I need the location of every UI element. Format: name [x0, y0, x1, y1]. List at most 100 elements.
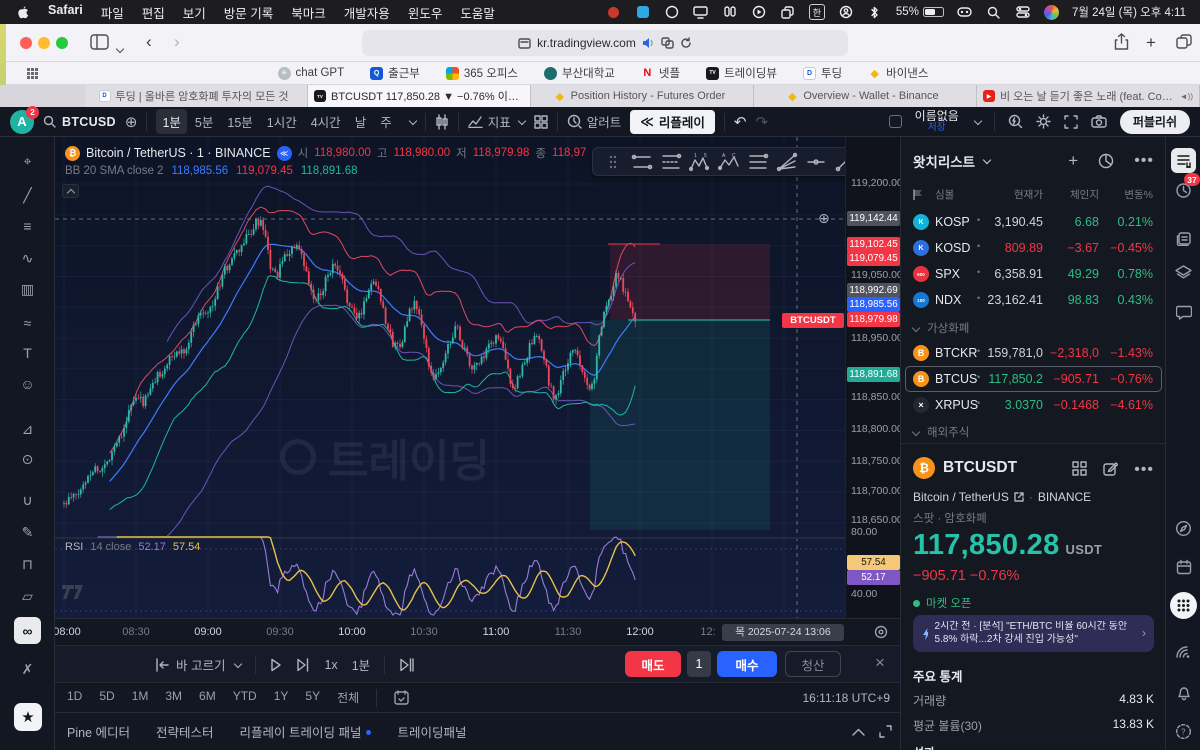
detail-symbol-title[interactable]: BTCUSDT — [943, 459, 1017, 477]
long-position-tool-icon[interactable] — [629, 151, 654, 173]
menubar-item[interactable]: 파일 — [101, 3, 124, 22]
range-button[interactable]: 1D — [67, 689, 82, 706]
flag-column-icon[interactable] — [913, 189, 923, 200]
elliott-wave-tool-icon[interactable]: 15 — [687, 151, 712, 173]
layout-grid-icon[interactable] — [534, 114, 548, 129]
bluetooth-icon[interactable] — [867, 4, 883, 20]
notifications-bell-icon[interactable] — [1171, 680, 1196, 705]
bookmark-item[interactable]: N 넷플 — [641, 65, 680, 81]
apple-menu-icon[interactable] — [14, 4, 30, 20]
universal-control-icon[interactable] — [957, 4, 973, 20]
replay-button[interactable]: ≪ 리플레이 — [630, 109, 715, 134]
zoom-tool-icon[interactable]: ⊙ — [0, 447, 55, 471]
trend-line-tool-icon[interactable]: ╱ — [0, 183, 55, 207]
short-position-tool-icon[interactable] — [658, 151, 683, 173]
chart-pane[interactable]: 트레이딩 ₿ Bitcoin / TetherUS · 1 · BINANCE … — [55, 137, 845, 618]
range-button[interactable]: 5Y — [305, 689, 320, 706]
screenshot-camera-icon[interactable] — [1091, 115, 1107, 128]
watchlist-row[interactable]: × XRPUS • 3.0370 −0.1468 −4.61% — [901, 392, 1165, 418]
timeframe-button[interactable]: 주 — [374, 109, 398, 134]
tab-overview-icon[interactable] — [1176, 34, 1192, 49]
pitchfork-tool-icon[interactable] — [775, 151, 800, 173]
play-circle-icon[interactable] — [751, 4, 767, 20]
time-axis[interactable]: 08:00 08:30 09:00 09:30 10:00 10:30 11:00 11:30… — [53, 618, 900, 645]
menubar-item[interactable]: 개발자용 — [344, 3, 390, 22]
emoji-tool-icon[interactable]: ☺ — [0, 372, 55, 396]
watchlist-title[interactable]: 왓치리스트 — [913, 151, 975, 171]
recording-status-icon[interactable] — [606, 4, 622, 20]
session-clock[interactable]: 16:11:18 UTC+9 — [803, 691, 891, 705]
watchlist-add-icon[interactable]: + — [1068, 151, 1078, 171]
brush-tool-icon[interactable]: ≈ — [0, 311, 55, 335]
pattern-tool-icon[interactable]: ∿ — [0, 246, 55, 270]
user-avatar[interactable]: A2 — [10, 105, 39, 134]
watchlist-dropdown-icon[interactable] — [982, 155, 992, 165]
watchlist-row[interactable]: B BTCUS • 117,850.2 −905.71 −0.76% — [901, 366, 1165, 392]
window-copy-icon[interactable] — [780, 4, 796, 20]
menubar-item[interactable]: 방문 기록 — [224, 3, 273, 22]
bookmark-item[interactable]: TV 트레이딩뷰 — [706, 65, 777, 81]
pick-bar-button[interactable]: 바 고르기 — [155, 655, 243, 674]
browser-tab[interactable]: D 투딩 | 올바른 암호화폐 투자의 모든 것 — [85, 85, 308, 107]
timeframe-dropdown-icon[interactable] — [408, 116, 417, 125]
rsi-legend[interactable]: RSI 14 close 52.17 57.54 — [65, 541, 200, 553]
detail-grid-icon[interactable] — [1072, 461, 1087, 479]
watchlist-pie-icon[interactable] — [1098, 153, 1114, 169]
fib-retracement-tool-icon[interactable]: ≡ — [0, 214, 55, 238]
translate-icon[interactable] — [661, 37, 674, 49]
layout-dropdown-icon[interactable] — [973, 116, 983, 125]
shield-app-icon[interactable] — [635, 4, 651, 20]
menubar-item[interactable]: 보기 — [183, 3, 206, 22]
lock-drawings-icon[interactable]: ⊓ — [0, 552, 55, 576]
window-close-button[interactable] — [20, 37, 32, 49]
share-icon[interactable] — [1114, 33, 1129, 51]
crosshair-tool-icon[interactable]: ⌖ — [0, 149, 55, 173]
airpods-icon[interactable] — [722, 4, 738, 20]
replay-speed-value[interactable]: 1x — [324, 658, 337, 672]
menubar-item[interactable]: 편집 — [142, 3, 165, 22]
detail-pair[interactable]: Bitcoin / TetherUS — [913, 490, 1009, 504]
sell-button[interactable]: 매도 — [625, 651, 681, 677]
watchlist-row[interactable]: 100 NDX • 23,162.41 98.83 0.43% — [901, 287, 1165, 313]
undo-icon[interactable]: ↶ — [734, 113, 747, 131]
audio-mute-icon[interactable] — [642, 37, 655, 49]
news-banner[interactable]: 2시간 전 · [분석] "ETH/BTC 비율 60시간 동안 5.8% 하락… — [913, 615, 1154, 652]
sidebar-toggle-icon[interactable] — [90, 34, 109, 50]
bookmark-item[interactable]: Q 출근부 — [370, 65, 420, 81]
publish-button[interactable]: 퍼블리쉬 — [1119, 109, 1190, 134]
magnet-tool-icon[interactable]: ∪ — [0, 488, 55, 512]
watchlist-row[interactable]: K KOSD • 809.89 −3.67 −0.45% — [901, 235, 1165, 261]
creative-cloud-icon[interactable] — [664, 4, 680, 20]
range-button[interactable]: 1M — [132, 689, 149, 706]
candle-style-icon[interactable] — [435, 113, 449, 130]
range-button[interactable]: 5D — [99, 689, 114, 706]
ideas-compass-icon[interactable] — [1171, 516, 1196, 541]
add-symbol-icon[interactable]: ⊕ — [125, 113, 138, 131]
page-settings-icon[interactable] — [518, 37, 531, 50]
streams-wifi-icon[interactable] — [1171, 639, 1196, 664]
timeframe-button[interactable]: 1시간 — [261, 109, 303, 134]
range-button[interactable]: 1Y — [274, 689, 289, 706]
section-overseas-stocks[interactable]: 해외주식 — [901, 421, 1165, 443]
link-tool-icon[interactable]: ∞ — [14, 617, 41, 644]
quick-search-icon[interactable] — [1008, 114, 1023, 129]
battery-indicator[interactable]: 55% — [896, 6, 944, 18]
back-button[interactable]: ‹ — [146, 32, 152, 52]
replay-play-icon[interactable] — [270, 658, 282, 672]
tab-audio-icon[interactable]: ◄)) — [1180, 92, 1193, 101]
bookmark-item[interactable]: D 투딩 — [802, 65, 842, 81]
timeframe-button[interactable]: 날 — [349, 109, 373, 134]
replay-close-icon[interactable]: × — [875, 653, 885, 673]
footer-tab[interactable]: 전략테스터 — [156, 722, 214, 741]
menubar-datetime[interactable]: 7월 24일 (목) 오후 4:11 — [1072, 4, 1186, 20]
watchlist-row[interactable]: K KOSP • 3,190.45 6.68 0.21% — [901, 209, 1165, 235]
chat-panel-icon[interactable] — [1171, 300, 1196, 325]
quantity-field[interactable]: 1 — [687, 651, 711, 677]
price-axis[interactable]: 119,200.00 119,142.44 119,102.45 119,079.45… — [845, 137, 900, 618]
calendar-panel-icon[interactable] — [1171, 554, 1196, 579]
korean-input-icon[interactable]: 한 — [808, 4, 825, 20]
browser-tab[interactable]: ◆ Position History - Futures Order — [531, 85, 754, 107]
toolbar-drag-handle[interactable] — [600, 151, 625, 173]
menubar-item[interactable]: 북마크 — [291, 3, 326, 22]
timeframe-button[interactable]: 4시간 — [305, 109, 347, 134]
